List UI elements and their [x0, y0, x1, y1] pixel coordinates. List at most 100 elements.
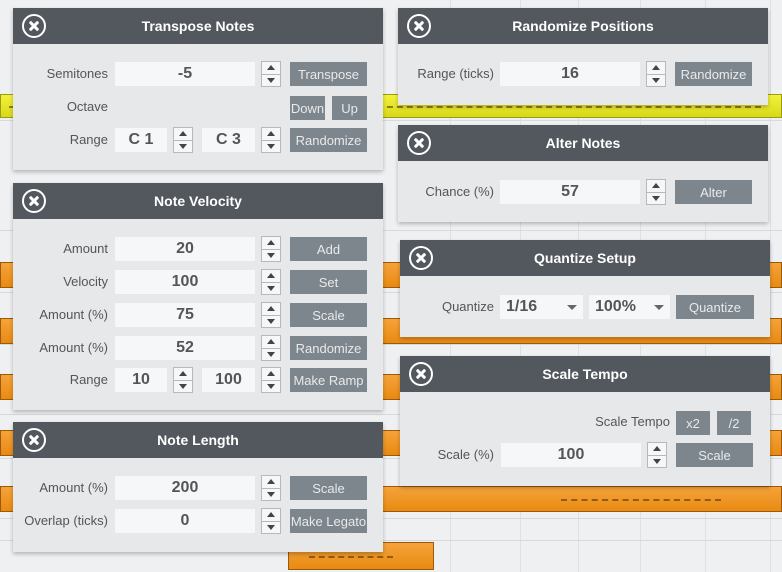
chevron-up-icon[interactable] [267, 306, 275, 312]
velocity-label: Velocity [63, 274, 108, 289]
semitones-stepper[interactable] [261, 61, 281, 87]
scale-tempo-panel: Scale Tempo Scale Tempo x2 /2 Scale (%) … [400, 356, 770, 486]
amount-percent-label: Amount (%) [39, 480, 108, 495]
chevron-up-icon[interactable] [267, 65, 275, 71]
chevron-down-icon[interactable] [267, 524, 275, 530]
length-amount-field[interactable]: 200 [115, 476, 255, 500]
chance-label: Chance (%) [425, 184, 494, 199]
note-length-panel: Note Length Amount (%) 200 Scale Overlap… [13, 422, 383, 552]
range-to-field[interactable]: 100 [202, 368, 255, 392]
octave-up-button[interactable]: Up [332, 96, 367, 120]
scale-tempo-button[interactable]: Scale [676, 443, 753, 467]
randomize-amount-field[interactable]: 52 [115, 336, 255, 360]
randomize-amount-stepper[interactable] [261, 335, 281, 361]
close-icon[interactable] [22, 14, 46, 38]
scale-tempo-label: Scale Tempo [595, 414, 670, 429]
scale-button[interactable]: Scale [290, 303, 367, 327]
range-ticks-stepper[interactable] [646, 61, 666, 87]
semitones-label: Semitones [46, 66, 108, 81]
randomize-positions-panel: Randomize Positions Range (ticks) 16 Ran… [398, 8, 768, 105]
chevron-up-icon[interactable] [179, 131, 187, 137]
semitones-field[interactable]: -5 [115, 62, 255, 86]
chevron-up-icon[interactable] [267, 479, 275, 485]
panel-header: Note Velocity [13, 183, 383, 219]
range-label: Range [69, 372, 108, 387]
amount-field[interactable]: 20 [115, 237, 255, 261]
range-from-stepper[interactable] [173, 127, 193, 153]
quantize-label: Quantize [441, 299, 494, 314]
randomize-positions-button[interactable]: Randomize [675, 62, 752, 86]
chevron-down-icon[interactable] [179, 143, 187, 149]
chevron-down-icon[interactable] [267, 383, 275, 389]
length-amount-stepper[interactable] [261, 475, 281, 501]
scale-amount-stepper[interactable] [261, 302, 281, 328]
chevron-up-icon[interactable] [652, 183, 660, 189]
chevron-down-icon[interactable] [653, 458, 661, 464]
chevron-down-icon[interactable] [267, 143, 275, 149]
range-label: Range [69, 132, 108, 147]
alter-button[interactable]: Alter [675, 180, 752, 204]
chance-field[interactable]: 57 [500, 180, 640, 204]
overlap-field[interactable]: 0 [115, 509, 255, 533]
chevron-down-icon[interactable] [267, 285, 275, 291]
chevron-up-icon[interactable] [267, 131, 275, 137]
chevron-up-icon[interactable] [267, 240, 275, 246]
range-from-field[interactable]: 10 [115, 368, 167, 392]
panel-title: Transpose Notes [141, 18, 255, 34]
close-icon[interactable] [22, 189, 46, 213]
velocity-field[interactable]: 100 [115, 270, 255, 294]
make-ramp-button[interactable]: Make Ramp [290, 368, 367, 392]
amount-percent-label: Amount (%) [39, 340, 108, 355]
chevron-up-icon[interactable] [267, 512, 275, 518]
quantize-strength-value: 100% [595, 298, 636, 315]
add-button[interactable]: Add [290, 237, 367, 261]
range-to-stepper[interactable] [261, 367, 281, 393]
scale-amount-field[interactable]: 75 [115, 303, 255, 327]
chevron-up-icon[interactable] [267, 371, 275, 377]
range-ticks-field[interactable]: 16 [500, 62, 640, 86]
set-button[interactable]: Set [290, 270, 367, 294]
range-from-field[interactable]: C 1 [115, 128, 167, 152]
chevron-up-icon[interactable] [267, 339, 275, 345]
overlap-stepper[interactable] [261, 508, 281, 534]
chevron-down-icon[interactable] [179, 383, 187, 389]
chevron-down-icon[interactable] [652, 195, 660, 201]
chevron-up-icon[interactable] [652, 65, 660, 71]
randomize-range-button[interactable]: Randomize [290, 128, 367, 152]
chevron-down-icon[interactable] [267, 351, 275, 357]
close-icon[interactable] [407, 131, 431, 155]
transpose-button[interactable]: Transpose [290, 62, 367, 86]
tempo-half-button[interactable]: /2 [717, 411, 751, 435]
chevron-down-icon[interactable] [267, 318, 275, 324]
quantize-button[interactable]: Quantize [676, 295, 754, 319]
amount-stepper[interactable] [261, 236, 281, 262]
quantize-strength-select[interactable]: 100% [589, 295, 670, 319]
make-legato-button[interactable]: Make Legato [290, 509, 367, 533]
scale-percent-stepper[interactable] [647, 442, 667, 468]
scale-length-button[interactable]: Scale [290, 476, 367, 500]
close-icon[interactable] [409, 362, 433, 386]
chevron-down-icon [654, 305, 664, 310]
chevron-down-icon[interactable] [267, 77, 275, 83]
chevron-down-icon[interactable] [267, 252, 275, 258]
range-to-stepper[interactable] [261, 127, 281, 153]
chevron-up-icon[interactable] [267, 273, 275, 279]
tempo-x2-button[interactable]: x2 [676, 411, 710, 435]
velocity-stepper[interactable] [261, 269, 281, 295]
close-icon[interactable] [407, 14, 431, 38]
randomize-button[interactable]: Randomize [290, 336, 367, 360]
chance-stepper[interactable] [646, 179, 666, 205]
close-icon[interactable] [409, 246, 433, 270]
chevron-down-icon[interactable] [652, 77, 660, 83]
panel-title: Alter Notes [545, 135, 621, 151]
panel-header: Randomize Positions [398, 8, 768, 44]
chevron-down-icon[interactable] [267, 491, 275, 497]
range-from-stepper[interactable] [173, 367, 193, 393]
chevron-up-icon[interactable] [653, 446, 661, 452]
close-icon[interactable] [22, 428, 46, 452]
scale-percent-field[interactable]: 100 [501, 443, 641, 467]
quantize-grid-select[interactable]: 1/16 [500, 295, 583, 319]
octave-down-button[interactable]: Down [290, 96, 325, 120]
range-to-field[interactable]: C 3 [202, 128, 255, 152]
chevron-up-icon[interactable] [179, 371, 187, 377]
